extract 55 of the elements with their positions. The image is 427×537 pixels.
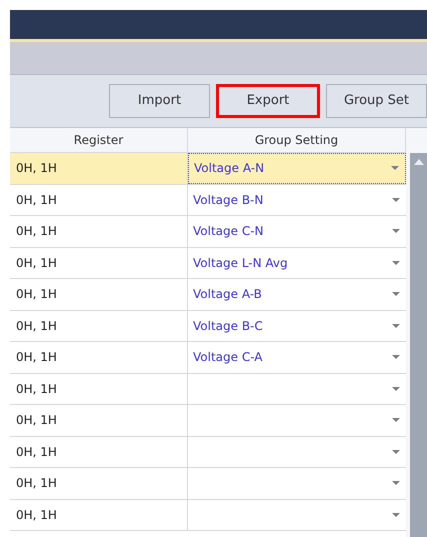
group-value: Voltage A-B: [193, 286, 262, 304]
register-cell: 0H, 1H: [10, 184, 188, 215]
table-row[interactable]: 0H, 1H Voltage C-N: [10, 216, 406, 248]
register-cell: 0H, 1H: [10, 500, 188, 530]
register-cell: 0H, 1H: [10, 279, 188, 310]
table-row[interactable]: 0H, 1H Voltage B-C: [10, 310, 406, 342]
toolbar-button[interactable]: Import: [109, 84, 210, 118]
register-cell: 0H, 1H: [10, 374, 188, 404]
dropdown-caret-icon[interactable]: [392, 481, 400, 486]
dropdown-caret-icon[interactable]: [392, 512, 400, 517]
toolbar-button[interactable]: Export: [216, 84, 320, 118]
register-cell: 0H, 1H: [10, 216, 188, 246]
dropdown-caret-icon[interactable]: [392, 292, 400, 296]
group-dropdown[interactable]: Voltage C-A: [188, 342, 406, 372]
group-value: Voltage C-A: [193, 349, 262, 366]
table-row[interactable]: 0H, 1H Voltage B-N: [10, 184, 406, 216]
column-header[interactable]: Register: [10, 128, 188, 152]
dropdown-caret-icon[interactable]: [392, 450, 400, 454]
table-row[interactable]: 0H, 1H: [10, 500, 406, 531]
table-row[interactable]: 0H, 1H Voltage C-A: [10, 342, 406, 374]
register-cell: 0H, 1H: [10, 405, 188, 436]
table-row[interactable]: 0H, 1H Voltage A-N: [10, 153, 406, 184]
group-dropdown[interactable]: Voltage B-C: [188, 310, 406, 341]
group-value: Voltage B-C: [193, 318, 263, 335]
toolbar-button[interactable]: Group Set: [326, 84, 427, 118]
register-cell: 0H, 1H: [10, 436, 188, 467]
table-row[interactable]: 0H, 1H Voltage L-N Avg: [10, 248, 406, 279]
dropdown-caret-icon[interactable]: [392, 229, 400, 234]
group-dropdown[interactable]: Voltage B-N: [188, 184, 406, 215]
dropdown-caret-icon[interactable]: [392, 386, 400, 391]
register-cell: 0H, 1H: [10, 248, 188, 278]
register-cell: 0H, 1H: [10, 342, 188, 372]
register-cell: 0H, 1H: [10, 153, 188, 184]
register-cell: 0H, 1H: [10, 310, 188, 341]
dropdown-caret-icon[interactable]: [392, 355, 400, 360]
group-dropdown[interactable]: Voltage A-B: [188, 279, 406, 310]
table-row[interactable]: 0H, 1H: [10, 374, 406, 405]
group-value: Voltage A-N: [194, 160, 264, 178]
dropdown-caret-icon[interactable]: [392, 198, 400, 202]
register-cell: 0H, 1H: [10, 468, 188, 498]
group-value: Voltage L-N Avg: [193, 254, 288, 272]
group-dropdown[interactable]: Voltage C-N: [188, 216, 406, 246]
table-row[interactable]: 0H, 1H: [10, 405, 406, 436]
dropdown-caret-icon[interactable]: [391, 166, 399, 170]
table-row[interactable]: 0H, 1H Voltage A-B: [10, 279, 406, 310]
table-row[interactable]: 0H, 1H: [10, 468, 406, 500]
scroll-up-icon[interactable]: [414, 159, 424, 165]
group-dropdown[interactable]: Voltage L-N Avg: [188, 248, 406, 278]
group-value: Voltage C-N: [193, 223, 264, 240]
scrollbar[interactable]: [410, 153, 427, 537]
dropdown-caret-icon[interactable]: [392, 260, 400, 265]
dropdown-caret-icon[interactable]: [392, 418, 400, 422]
dropdown-caret-icon[interactable]: [392, 324, 400, 328]
group-value: Voltage B-N: [193, 192, 264, 209]
table-row[interactable]: 0H, 1H: [10, 436, 406, 468]
